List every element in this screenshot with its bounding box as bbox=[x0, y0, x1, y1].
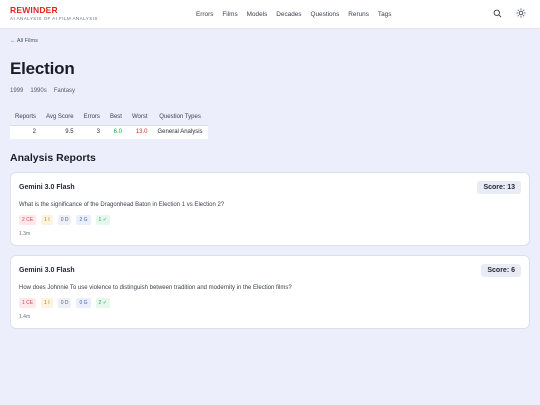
page-title: Election bbox=[10, 59, 75, 78]
report-question: How does Johnnie To use violence to dist… bbox=[19, 285, 292, 291]
brand[interactable]: REWINDER AI ANALYSIS OF AI FILM ANALYSIS bbox=[10, 6, 98, 21]
nav-models[interactable]: Models bbox=[247, 11, 268, 18]
stats-table: Reports Avg Score Errors Best Worst Ques… bbox=[10, 110, 208, 139]
header-avg-score: Avg Score bbox=[41, 110, 79, 126]
back-link[interactable]: ← All Films bbox=[10, 38, 38, 44]
report-duration: 1.4m bbox=[19, 314, 31, 320]
header-worst: Worst bbox=[126, 110, 153, 126]
top-bar: REWINDER AI ANALYSIS OF AI FILM ANALYSIS… bbox=[0, 0, 540, 29]
nav-tags[interactable]: Tags bbox=[378, 11, 392, 18]
correct-badge: 2 ✓ bbox=[95, 298, 110, 308]
header-best: Best bbox=[104, 110, 127, 126]
report-card[interactable]: Gemini 3.0 Flash Score: 6 How does Johnn… bbox=[10, 255, 530, 329]
report-model: Gemini 3.0 Flash bbox=[19, 267, 75, 274]
g-badge: 0 G bbox=[76, 298, 91, 308]
report-model: Gemini 3.0 Flash bbox=[19, 184, 75, 191]
film-genre[interactable]: Fantasy bbox=[54, 88, 75, 94]
nav-reruns[interactable]: Reruns bbox=[348, 11, 369, 18]
brand-name[interactable]: REWINDER bbox=[10, 6, 98, 15]
film-meta: 1999 1990s Fantasy bbox=[10, 88, 530, 94]
film-year[interactable]: 1999 bbox=[10, 88, 23, 94]
i-badge: 1 I bbox=[41, 298, 53, 308]
nav-films[interactable]: Films bbox=[222, 11, 237, 18]
film-page: ← All Films Election 1999 1990s Fantasy … bbox=[0, 29, 540, 329]
table-row: 2 9.5 3 6.0 13.0 General Analysis bbox=[10, 125, 208, 139]
value-avg-score: 9.5 bbox=[41, 125, 79, 139]
report-duration: 1.3m bbox=[19, 231, 31, 237]
nav-decades[interactable]: Decades bbox=[276, 11, 301, 18]
d-badge: 0 D bbox=[57, 298, 72, 308]
search-icon[interactable] bbox=[491, 7, 503, 19]
value-reports: 2 bbox=[10, 125, 42, 139]
sun-icon[interactable] bbox=[515, 7, 527, 19]
score-badge: Score: 6 bbox=[481, 264, 521, 277]
main-nav: Errors Films Models Decades Questions Re… bbox=[196, 0, 391, 29]
brand-tagline: AI ANALYSIS OF AI FILM ANALYSIS bbox=[10, 15, 98, 21]
report-question: What is the significance of the Dragonhe… bbox=[19, 202, 225, 208]
value-question-types: General Analysis bbox=[152, 125, 208, 139]
nav-errors[interactable]: Errors bbox=[196, 11, 213, 18]
ce-badge: 1 CE bbox=[19, 298, 37, 308]
header-errors: Errors bbox=[78, 110, 105, 126]
header-question-types: Question Types bbox=[152, 110, 208, 126]
value-errors: 3 bbox=[78, 125, 105, 139]
ce-badge: 2 CE bbox=[19, 215, 37, 225]
g-badge: 2 G bbox=[76, 215, 91, 225]
correct-badge: 1 ✓ bbox=[95, 215, 110, 225]
top-icons bbox=[491, 7, 527, 19]
value-worst: 13.0 bbox=[126, 125, 153, 139]
error-badges: 1 CE 1 I 0 D 0 G 2 ✓ bbox=[19, 298, 521, 308]
section-title: Analysis Reports bbox=[10, 152, 96, 164]
error-badges: 2 CE 1 I 0 D 2 G 1 ✓ bbox=[19, 215, 521, 225]
i-badge: 1 I bbox=[41, 215, 53, 225]
report-card[interactable]: Gemini 3.0 Flash Score: 13 What is the s… bbox=[10, 172, 530, 246]
d-badge: 0 D bbox=[57, 215, 72, 225]
nav-questions[interactable]: Questions bbox=[311, 11, 340, 18]
film-decade[interactable]: 1990s bbox=[30, 88, 46, 94]
score-badge: Score: 13 bbox=[477, 181, 521, 194]
header-reports: Reports bbox=[10, 110, 42, 126]
value-best: 6.0 bbox=[104, 125, 127, 139]
